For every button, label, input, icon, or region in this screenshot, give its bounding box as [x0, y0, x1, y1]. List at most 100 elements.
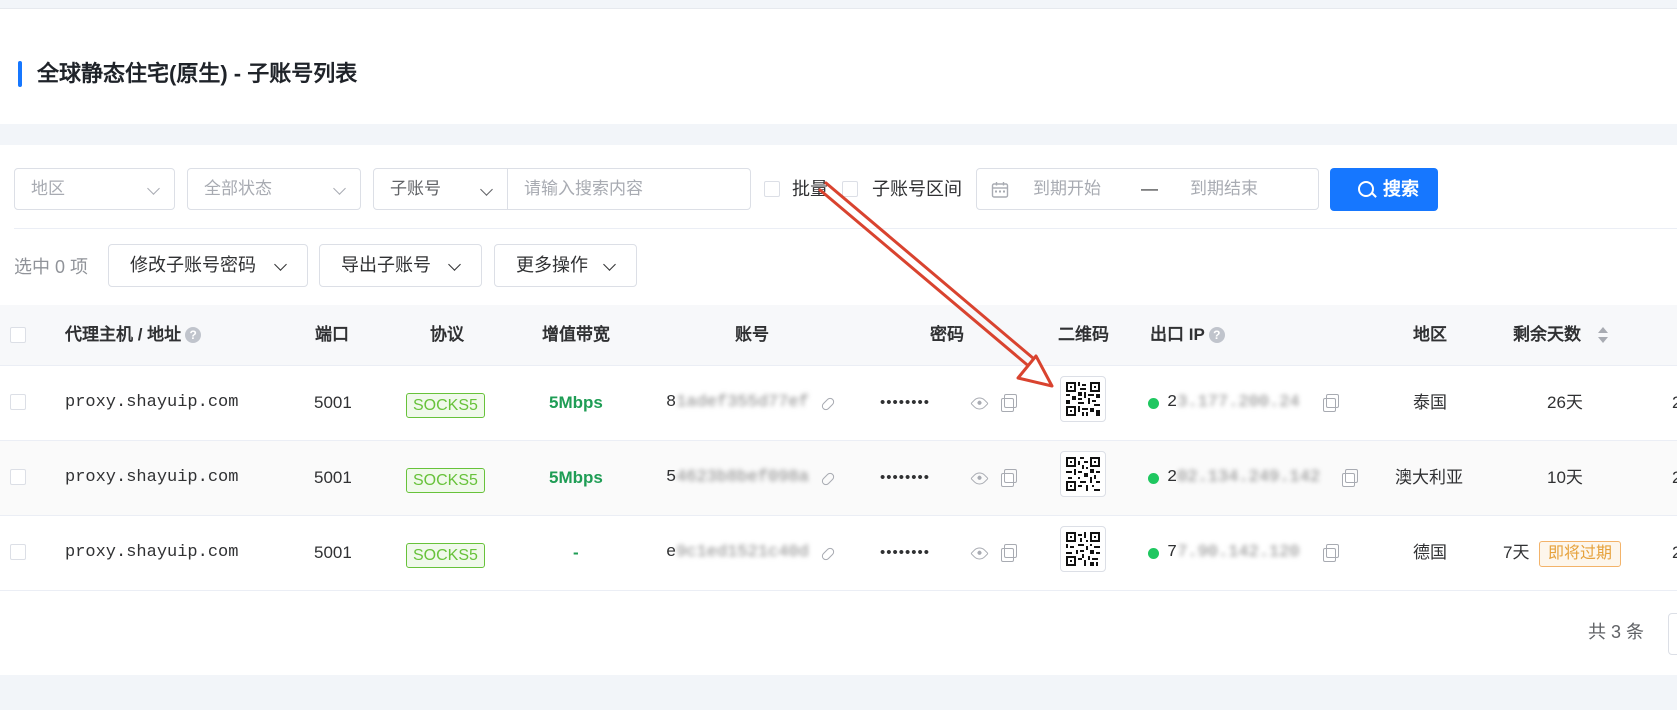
status-select[interactable]: 全部状态 — [187, 168, 361, 210]
overflow-column-cell: 2 — [1672, 393, 1677, 412]
page-title: 全球静态住宅(原生) - 子账号列表 — [37, 61, 358, 86]
row-checkbox[interactable] — [10, 469, 26, 485]
copy-icon[interactable] — [1001, 544, 1017, 562]
pagination-total: 共 3 条 — [1588, 622, 1645, 642]
change-password-button[interactable]: 修改子账号密码 — [108, 244, 308, 287]
password-cell: •••••••• — [880, 469, 931, 486]
batch-checkbox[interactable] — [764, 181, 780, 197]
region-select-placeholder: 地区 — [31, 179, 65, 198]
bandwidth-cell: - — [573, 543, 579, 562]
chevron-down-icon — [333, 182, 346, 195]
eye-icon[interactable] — [970, 544, 989, 563]
search-button[interactable]: 搜索 — [1330, 168, 1438, 211]
region-cell: 泰国 — [1413, 393, 1447, 412]
region-select[interactable]: 地区 — [14, 168, 175, 210]
link-icon[interactable] — [820, 396, 836, 412]
protocol-tag: SOCKS5 — [406, 543, 485, 568]
date-end-input[interactable]: 到期结束 — [1190, 169, 1258, 209]
qrcode-button[interactable] — [1060, 376, 1106, 422]
copy-icon[interactable] — [1323, 394, 1339, 412]
password-cell: •••••••• — [880, 394, 931, 411]
col-port: 端口 — [315, 325, 349, 344]
chevron-down-icon — [147, 182, 160, 195]
date-start-input[interactable]: 到期开始 — [1033, 169, 1101, 209]
col-qrcode: 二维码 — [1058, 325, 1109, 344]
protocol-tag: SOCKS5 — [406, 468, 485, 493]
copy-icon[interactable] — [1323, 544, 1339, 562]
copy-icon[interactable] — [1001, 394, 1017, 412]
help-icon[interactable]: ? — [185, 327, 202, 343]
eye-icon[interactable] — [970, 469, 989, 488]
exit-ip-cell: 77.90.142.120 — [1167, 516, 1300, 590]
copy-icon[interactable] — [1001, 469, 1017, 487]
search-input-placeholder: 请输入搜索内容 — [524, 179, 643, 198]
more-actions-button[interactable]: 更多操作 — [494, 244, 637, 287]
expiry-date-range[interactable]: 到期开始 — 到期结束 — [976, 168, 1319, 210]
account-visible: e — [666, 543, 677, 562]
title-accent-bar — [18, 61, 22, 87]
range-checkbox[interactable] — [842, 181, 858, 197]
account-visible: 5 — [666, 468, 677, 487]
row-checkbox[interactable] — [10, 394, 26, 410]
sort-icon[interactable] — [1598, 327, 1608, 343]
exit-ip-cell: 202.134.249.142 — [1167, 441, 1320, 515]
password-cell: •••••••• — [880, 544, 931, 561]
page-bottom — [0, 676, 1677, 710]
col-password: 密码 — [930, 325, 964, 344]
col-days-left[interactable]: 剩余天数 — [1513, 305, 1581, 365]
overflow-column-cell: 2 — [1672, 543, 1677, 562]
link-icon[interactable] — [820, 546, 836, 562]
page-header: 全球静态住宅(原生) - 子账号列表 — [0, 8, 1677, 124]
bandwidth-cell: 5Mbps — [549, 468, 603, 487]
col-host-label: 代理主机 / 地址 — [65, 325, 182, 344]
select-all-checkbox[interactable] — [10, 327, 26, 343]
date-separator: — — [1141, 179, 1158, 198]
range-label: 子账号区间 — [872, 179, 962, 199]
port-cell: 5001 — [314, 468, 352, 487]
table-header: 代理主机 / 地址? 端口 协议 增值带宽 账号 密码 二维码 出口 IP? 地… — [0, 305, 1677, 366]
bandwidth-cell: 5Mbps — [549, 393, 603, 412]
search-icon — [1358, 181, 1374, 197]
col-account: 账号 — [735, 325, 769, 344]
account-blurred: 1adef355d77ef — [676, 393, 809, 412]
eye-icon[interactable] — [970, 394, 989, 413]
help-icon[interactable]: ? — [1208, 327, 1225, 343]
col-region: 地区 — [1413, 325, 1447, 344]
days-left-cell: 7天 — [1503, 543, 1530, 562]
ip-visible: 2 — [1167, 393, 1178, 412]
ip-visible: 2 — [1167, 468, 1178, 487]
ip-blurred: 7.90.142.120 — [1177, 543, 1300, 562]
host-cell: proxy.shayuip.com — [65, 468, 239, 487]
chevron-down-icon — [274, 258, 287, 271]
overflow-column-cell: 2 — [1672, 468, 1677, 487]
expiring-soon-badge: 即将过期 — [1539, 541, 1622, 567]
qrcode-icon — [1066, 457, 1100, 491]
page-size-select[interactable] — [1668, 613, 1677, 655]
account-blurred: 4623b8bef098a — [676, 468, 809, 487]
col-host: 代理主机 / 地址? — [65, 305, 202, 365]
export-button[interactable]: 导出子账号 — [319, 244, 482, 287]
col-protocol: 协议 — [430, 325, 464, 344]
link-icon[interactable] — [820, 471, 836, 487]
row-checkbox[interactable] — [10, 544, 26, 560]
online-status-dot — [1148, 398, 1159, 409]
qrcode-button[interactable] — [1060, 526, 1106, 572]
search-input[interactable]: 请输入搜索内容 — [507, 168, 751, 210]
qrcode-button[interactable] — [1060, 451, 1106, 497]
divider — [14, 228, 1677, 229]
port-cell: 5001 — [314, 543, 352, 562]
search-field-select[interactable]: 子账号 — [373, 168, 508, 210]
copy-icon[interactable] — [1342, 469, 1358, 487]
account-cell: 54623b8bef098a — [666, 441, 809, 515]
qrcode-icon — [1066, 382, 1100, 416]
port-cell: 5001 — [314, 393, 352, 412]
col-bandwidth: 增值带宽 — [542, 325, 610, 344]
more-actions-label: 更多操作 — [516, 255, 588, 275]
online-status-dot — [1148, 473, 1159, 484]
table-row: proxy.shayuip.com 5001 SOCKS5 5Mbps 5462… — [0, 441, 1677, 516]
export-label: 导出子账号 — [341, 255, 431, 275]
search-button-label: 搜索 — [1383, 179, 1419, 199]
days-left-cell: 26天 — [1547, 393, 1583, 412]
host-cell: proxy.shayuip.com — [65, 543, 239, 562]
chevron-down-icon — [603, 258, 616, 271]
